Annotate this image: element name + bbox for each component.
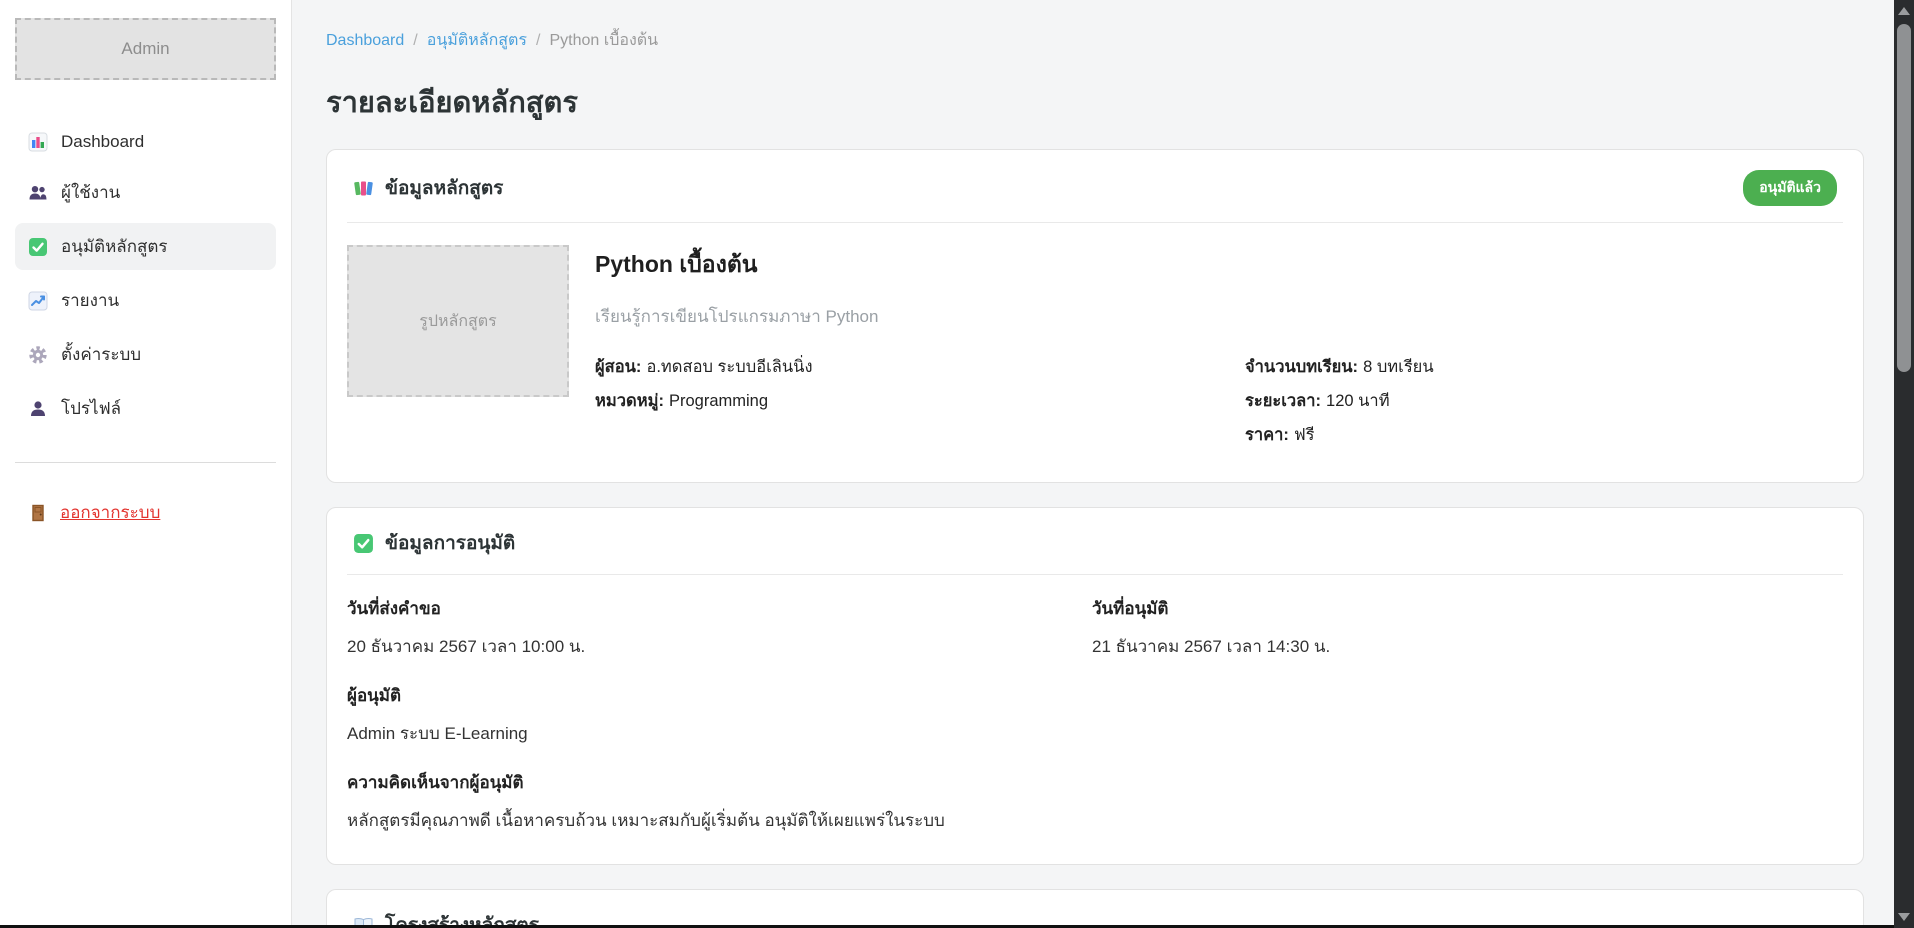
users-icon [28,183,48,203]
sidebar-item-label: ผู้ใช้งาน [61,179,120,206]
approve-date-group: วันที่อนุมัติ 21 ธันวาคม 2567 เวลา 14:30… [1092,595,1837,660]
approval-info-card-title: ข้อมูลการอนุมัติ [385,528,515,558]
approval-info-card-header: ข้อมูลการอนุมัติ [327,508,1863,574]
course-title: Python เบื้องต้น [595,247,1837,283]
main-content: Dashboard / อนุมัติหลักสูตร / Python เบื… [293,0,1894,928]
course-structure-card-header: โครงสร้างหลักสูตร [327,890,1863,928]
sidebar-item-label: โปรไฟล์ [61,395,121,422]
approver-value: Admin ระบบ E-Learning [347,720,1837,747]
breadcrumb-link-course-approval[interactable]: อนุมัติหลักสูตร [427,28,527,53]
course-field-instructor: ผู้สอน:อ.ทดสอบ ระบบอีเลินนิ่ง [595,354,1245,380]
admin-logo-text: Admin [121,39,169,59]
course-image-placeholder: รูปหลักสูตร [347,245,569,397]
request-date-value: 20 ธันวาคม 2567 เวลา 10:00 น. [347,633,1092,660]
course-structure-card: โครงสร้างหลักสูตร [326,889,1864,928]
sidebar-item-label: ตั้งค่าระบบ [61,341,141,368]
course-field-duration: ระยะเวลา:120 นาที [1245,388,1434,414]
approve-date-label: วันที่อนุมัติ [1092,595,1837,622]
course-info-card-title: ข้อมูลหลักสูตร [385,173,503,203]
course-image-placeholder-text: รูปหลักสูตร [419,309,497,334]
status-badge: อนุมัติแล้ว [1743,170,1837,206]
approval-info-card: ข้อมูลการอนุมัติ วันที่ส่งคำขอ 20 ธันวาค… [326,507,1864,865]
scrollbar-thumb[interactable] [1897,24,1911,372]
sidebar-item-settings[interactable]: ตั้งค่าระบบ [15,331,276,378]
scrollbar-up-arrow-icon[interactable] [1898,7,1910,15]
request-date-group: วันที่ส่งคำขอ 20 ธันวาคม 2567 เวลา 10:00… [347,595,1092,660]
approver-comment-label: ความคิดเห็นจากผู้อนุมัติ [347,769,1837,796]
request-date-label: วันที่ส่งคำขอ [347,595,1092,622]
check-icon [353,533,374,554]
breadcrumb-link-dashboard[interactable]: Dashboard [326,32,404,50]
approver-comment-value: หลักสูตรมีคุณภาพดี เนื้อหาครบถ้วน เหมาะส… [347,807,1837,834]
sidebar-item-course-approval[interactable]: อนุมัติหลักสูตร [15,223,276,270]
vertical-scrollbar[interactable] [1894,0,1914,928]
sidebar-item-label: Dashboard [61,132,144,152]
course-field-lessons: จำนวนบทเรียน:8 บทเรียน [1245,354,1434,380]
line-chart-icon [28,291,48,311]
sidebar-item-users[interactable]: ผู้ใช้งาน [15,169,276,216]
check-icon [28,237,48,257]
course-field-category: หมวดหมู่:Programming [595,388,1245,414]
course-info-card-header: ข้อมูลหลักสูตร อนุมัติแล้ว [327,150,1863,222]
approver-label: ผู้อนุมัติ [347,682,1837,709]
admin-logo-placeholder: Admin [15,18,276,80]
logout-link[interactable]: ออกจากระบบ [15,499,276,526]
approver-comment-group: ความคิดเห็นจากผู้อนุมัติ หลักสูตรมีคุณภา… [347,769,1837,834]
bar-chart-icon [28,132,48,152]
approver-group: ผู้อนุมัติ Admin ระบบ E-Learning [347,682,1837,747]
books-icon [353,178,374,199]
page-title: รายละเอียดหลักสูตร [326,79,1864,125]
approve-date-value: 21 ธันวาคม 2567 เวลา 14:30 น. [1092,633,1837,660]
door-icon [28,503,48,523]
sidebar-item-label: รายงาน [61,287,119,314]
sidebar-divider [15,462,276,463]
breadcrumb-separator: / [536,32,540,50]
breadcrumb-current: Python เบื้องต้น [549,28,658,53]
scrollbar-down-arrow-icon[interactable] [1898,913,1910,921]
sidebar-item-dashboard[interactable]: Dashboard [15,122,276,162]
sidebar: Admin Dashboard [0,0,292,928]
course-field-price: ราคา:ฟรี [1245,422,1434,448]
person-icon [28,399,48,419]
breadcrumb: Dashboard / อนุมัติหลักสูตร / Python เบื… [326,28,1864,53]
sidebar-nav: Dashboard ผู้ใช้งาน อนุมัติหลักสูตร [15,122,276,432]
course-info-card: ข้อมูลหลักสูตร อนุมัติแล้ว รูปหลักสูตร P… [326,149,1864,483]
sidebar-item-profile[interactable]: โปรไฟล์ [15,385,276,432]
sidebar-item-label: อนุมัติหลักสูตร [61,233,168,260]
breadcrumb-separator: / [413,32,417,50]
course-description: เรียนรู้การเขียนโปรแกรมภาษา Python [595,303,1837,330]
sidebar-item-reports[interactable]: รายงาน [15,277,276,324]
logout-label: ออกจากระบบ [60,499,160,526]
gear-icon [28,345,48,365]
